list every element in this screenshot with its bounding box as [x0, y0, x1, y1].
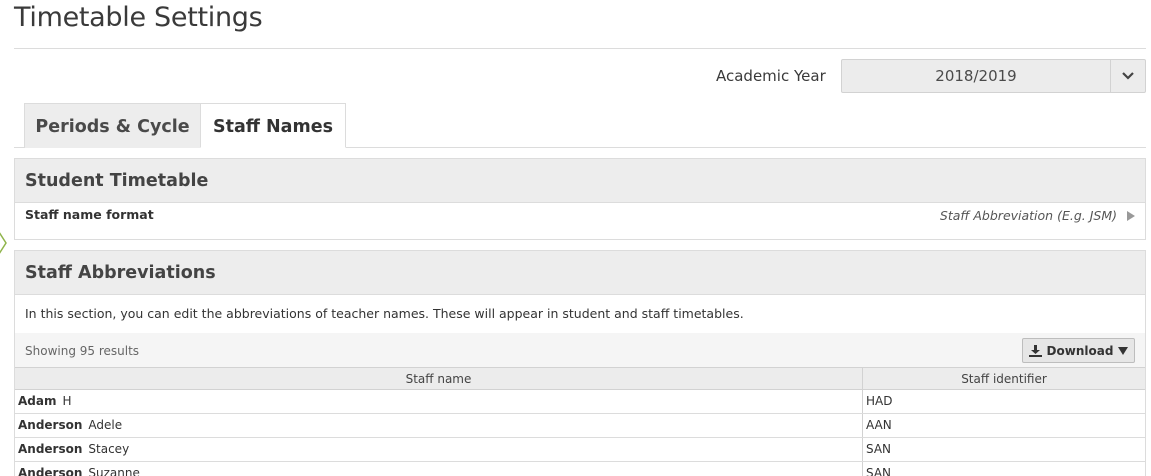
column-header-staff-name[interactable]: Staff name — [15, 368, 863, 389]
staff-forename: H — [62, 394, 72, 408]
download-button[interactable]: Download — [1022, 338, 1135, 363]
staff-surname: Adam — [18, 394, 57, 408]
staff-name-format-label: Staff name format — [25, 207, 154, 222]
tab-periods-cycle[interactable]: Periods & Cycle — [24, 103, 201, 148]
student-timetable-heading: Student Timetable — [15, 159, 1145, 203]
staff-forename: Stacey — [88, 442, 130, 456]
results-count: Showing 95 results — [25, 344, 140, 358]
tab-staff-names[interactable]: Staff Names — [200, 103, 346, 148]
caret-down-icon — [1118, 346, 1129, 355]
staff-identifier[interactable]: AAN — [863, 414, 1145, 437]
side-arrow-icon — [0, 232, 7, 254]
staff-abbreviations-heading: Staff Abbreviations — [15, 251, 1145, 295]
chevron-down-icon[interactable] — [1110, 60, 1145, 92]
download-label: Download — [1046, 343, 1114, 358]
staff-surname: Anderson — [18, 466, 83, 476]
title-divider — [14, 48, 1146, 49]
staff-name-format-value[interactable]: Staff Abbreviation (E.g. JSM) — [940, 208, 1117, 223]
academic-year-label: Academic Year — [716, 67, 826, 85]
staff-identifier[interactable]: SAN — [863, 438, 1145, 461]
table-header: Staff name Staff identifier — [15, 367, 1145, 390]
download-icon — [1028, 344, 1042, 357]
page-title: Timetable Settings — [14, 2, 263, 33]
table-row[interactable]: Adam H HAD — [15, 390, 1145, 414]
staff-identifier[interactable]: HAD — [863, 390, 1145, 413]
staff-surname: Anderson — [18, 442, 83, 456]
staff-table: Staff name Staff identifier Adam H HAD An… — [15, 367, 1145, 476]
column-header-staff-identifier[interactable]: Staff identifier — [863, 368, 1145, 389]
staff-surname: Anderson — [18, 418, 83, 432]
staff-abbreviations-description: In this section, you can edit the abbrev… — [25, 306, 744, 321]
academic-year-select[interactable]: 2018/2019 — [841, 59, 1146, 93]
student-timetable-panel: Student Timetable Staff name format Staf… — [14, 158, 1146, 240]
results-toolbar: Showing 95 results Download — [15, 333, 1145, 367]
table-row[interactable]: Anderson Stacey SAN — [15, 438, 1145, 462]
staff-forename: Suzanne — [88, 466, 140, 476]
table-row[interactable]: Anderson Adele AAN — [15, 414, 1145, 438]
academic-year-value: 2018/2019 — [935, 67, 1017, 85]
caret-right-icon[interactable] — [1127, 211, 1135, 221]
staff-identifier[interactable]: SAN — [863, 462, 1145, 476]
staff-forename: Adele — [88, 418, 123, 432]
table-row[interactable]: Anderson Suzanne SAN — [15, 462, 1145, 476]
staff-abbreviations-panel: Staff Abbreviations In this section, you… — [14, 250, 1146, 476]
